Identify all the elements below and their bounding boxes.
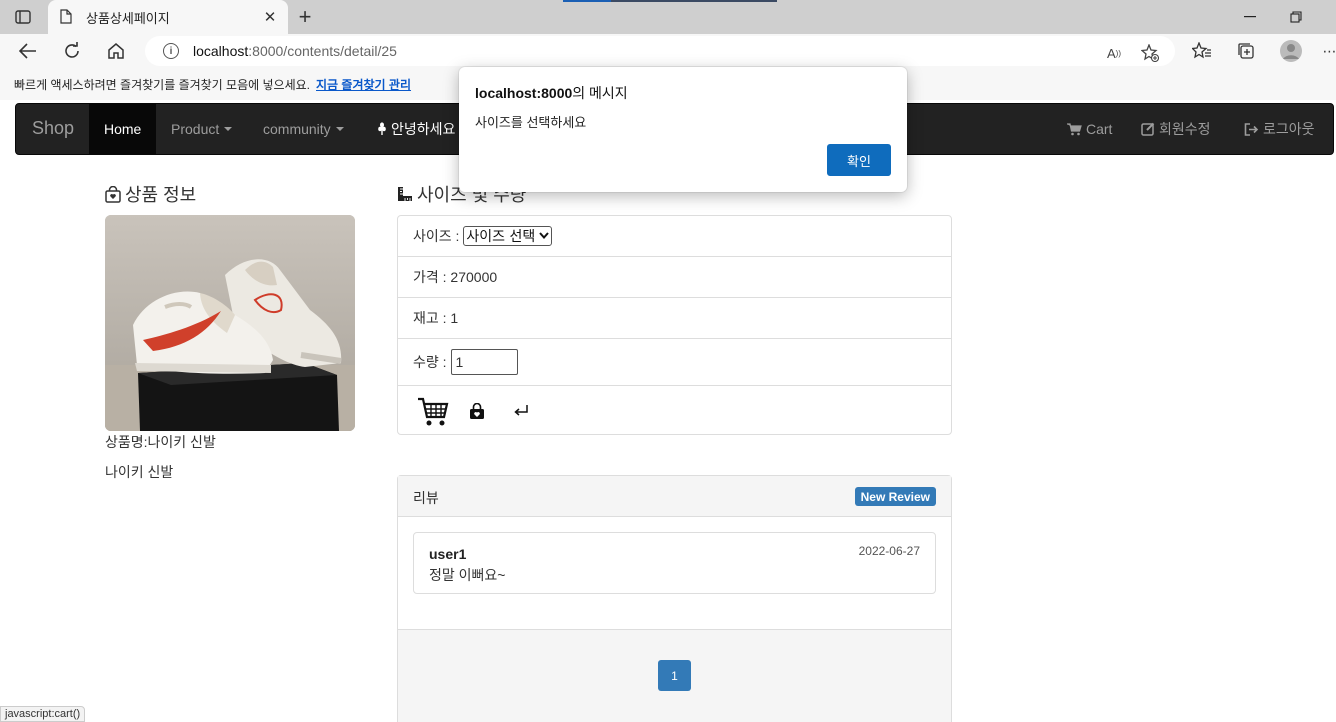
review-title: 리뷰 xyxy=(413,490,439,506)
review-pagination: 1 xyxy=(398,629,951,722)
size-label: 사이즈 : xyxy=(413,228,460,244)
nav-item-logout[interactable]: 로그아웃 xyxy=(1229,104,1330,154)
detail-panel: 사이즈 : 사이즈 선택 가격 : 270000 재고 : 1 수량 : 1 xyxy=(397,215,952,435)
minimize-icon[interactable] xyxy=(1228,4,1272,30)
nav-home-label: Home xyxy=(104,121,142,137)
add-to-cart-icon[interactable] xyxy=(416,396,450,428)
review-header: 리뷰 New Review xyxy=(398,476,951,517)
alert-dialog: localhost:8000의 메시지 사이즈를 선택하세요 확인 xyxy=(459,67,907,192)
product-section-title-text: 상품 정보 xyxy=(125,185,197,205)
document-icon xyxy=(60,9,74,25)
ruler-icon xyxy=(397,186,413,202)
cart-icon xyxy=(1067,122,1082,136)
product-section-title: 상품 정보 xyxy=(105,181,196,207)
add-favorite-icon[interactable] xyxy=(1139,42,1161,64)
return-arrow-icon[interactable] xyxy=(510,400,532,422)
dialog-title: localhost:8000의 메시지 xyxy=(475,83,628,103)
tab-title: 상품상세페이지 xyxy=(86,10,170,26)
collections-icon[interactable] xyxy=(1234,39,1258,63)
chevron-down-icon xyxy=(539,231,550,242)
dialog-message: 사이즈를 선택하세요 xyxy=(475,115,587,130)
refresh-icon[interactable] xyxy=(58,37,86,65)
edit-icon xyxy=(1141,122,1155,136)
status-bar-url: javascript:cart() xyxy=(0,706,86,722)
nav-item-greeting[interactable]: 안녕하세요 xyxy=(362,104,470,154)
size-row: 사이즈 : 사이즈 선택 xyxy=(398,216,951,257)
product-description: 나이키 신발 xyxy=(105,464,174,480)
size-select-value: 사이즈 선택 xyxy=(466,229,536,245)
url-bar[interactable]: i localhost:8000/contents/detail/25 A)) xyxy=(145,36,1175,66)
product-image xyxy=(105,215,355,431)
address-bar-row: i localhost:8000/contents/detail/25 A)) … xyxy=(0,34,1336,68)
review-item: user1 2022-06-27 정말 이뻐요~ xyxy=(413,532,936,594)
window-accent-line xyxy=(563,0,777,2)
new-tab-icon[interactable]: + xyxy=(292,4,318,30)
logout-icon xyxy=(1244,122,1259,136)
brand-link[interactable]: Shop xyxy=(32,118,74,139)
browser-tab[interactable]: 상품상세페이지 ✕ xyxy=(48,0,288,34)
nav-cart-label: Cart xyxy=(1086,121,1113,137)
review-panel: 리뷰 New Review user1 2022-06-27 정말 이뻐요~ 1 xyxy=(397,475,952,722)
nav-item-home[interactable]: Home xyxy=(89,104,157,154)
browser-tab-strip: 상품상세페이지 ✕ + xyxy=(0,0,1336,34)
back-arrow-icon[interactable] xyxy=(14,37,42,65)
quantity-label: 수량 : xyxy=(413,354,447,370)
quantity-input[interactable]: 1 xyxy=(450,349,518,375)
home-icon[interactable] xyxy=(102,37,130,65)
chevron-down-icon xyxy=(224,127,233,131)
restore-icon[interactable] xyxy=(1274,4,1318,30)
url-host: localhost xyxy=(193,43,249,59)
favorites-bar-text: 빠르게 액세스하려면 즐겨찾기를 즐겨찾기 모음에 넣으세요. xyxy=(14,77,311,92)
nav-product-label: Product xyxy=(171,121,220,137)
wheat-icon xyxy=(377,122,387,136)
stock-label: 재고 : 1 xyxy=(413,310,459,326)
dialog-title-suffix: 의 메시지 xyxy=(572,85,628,101)
nav-greeting-label: 안녕하세요 xyxy=(391,121,456,137)
nav-edit-profile-label: 회원수정 xyxy=(1159,121,1211,137)
nav-item-product[interactable]: Product xyxy=(156,104,247,154)
review-user: user1 xyxy=(429,546,467,562)
size-select[interactable]: 사이즈 선택 xyxy=(463,226,553,246)
nav-community-label: community xyxy=(263,121,331,137)
buy-bag-icon[interactable] xyxy=(466,399,488,423)
dialog-title-host: localhost:8000 xyxy=(475,85,573,101)
nav-logout-label: 로그아웃 xyxy=(1263,121,1315,137)
review-text: 정말 이뻐요~ xyxy=(429,567,506,583)
read-aloud-icon[interactable]: A)) xyxy=(1103,42,1125,64)
manage-favorites-link[interactable]: 지금 즐겨찾기 관리 xyxy=(316,76,411,93)
more-menu-icon[interactable]: ⋯ xyxy=(1322,39,1336,63)
review-date: 2022-06-27 xyxy=(858,544,920,558)
nav-item-community[interactable]: community xyxy=(248,104,359,154)
new-review-button[interactable]: New Review xyxy=(854,487,936,506)
chevron-down-icon xyxy=(335,127,344,131)
quantity-row: 수량 : 1 xyxy=(398,339,951,386)
shopping-bag-icon xyxy=(105,185,121,203)
product-name: 상품명:나이키 신발 xyxy=(105,434,216,450)
url-path: :8000/contents/detail/25 xyxy=(248,43,397,59)
price-row: 가격 : 270000 xyxy=(398,257,951,298)
close-tab-icon[interactable]: ✕ xyxy=(262,9,278,26)
nav-item-edit-profile[interactable]: 회원수정 xyxy=(1126,104,1226,154)
nav-item-cart[interactable]: Cart xyxy=(1052,104,1127,154)
site-info-icon[interactable]: i xyxy=(163,43,179,59)
profile-avatar-icon[interactable] xyxy=(1279,39,1303,63)
page-button-1[interactable]: 1 xyxy=(658,660,691,691)
price-label: 가격 : 270000 xyxy=(413,269,498,285)
favorites-icon[interactable] xyxy=(1190,39,1214,63)
dialog-ok-button[interactable]: 확인 xyxy=(827,144,891,176)
stock-row: 재고 : 1 xyxy=(398,298,951,339)
tab-actions-icon[interactable] xyxy=(10,7,36,27)
